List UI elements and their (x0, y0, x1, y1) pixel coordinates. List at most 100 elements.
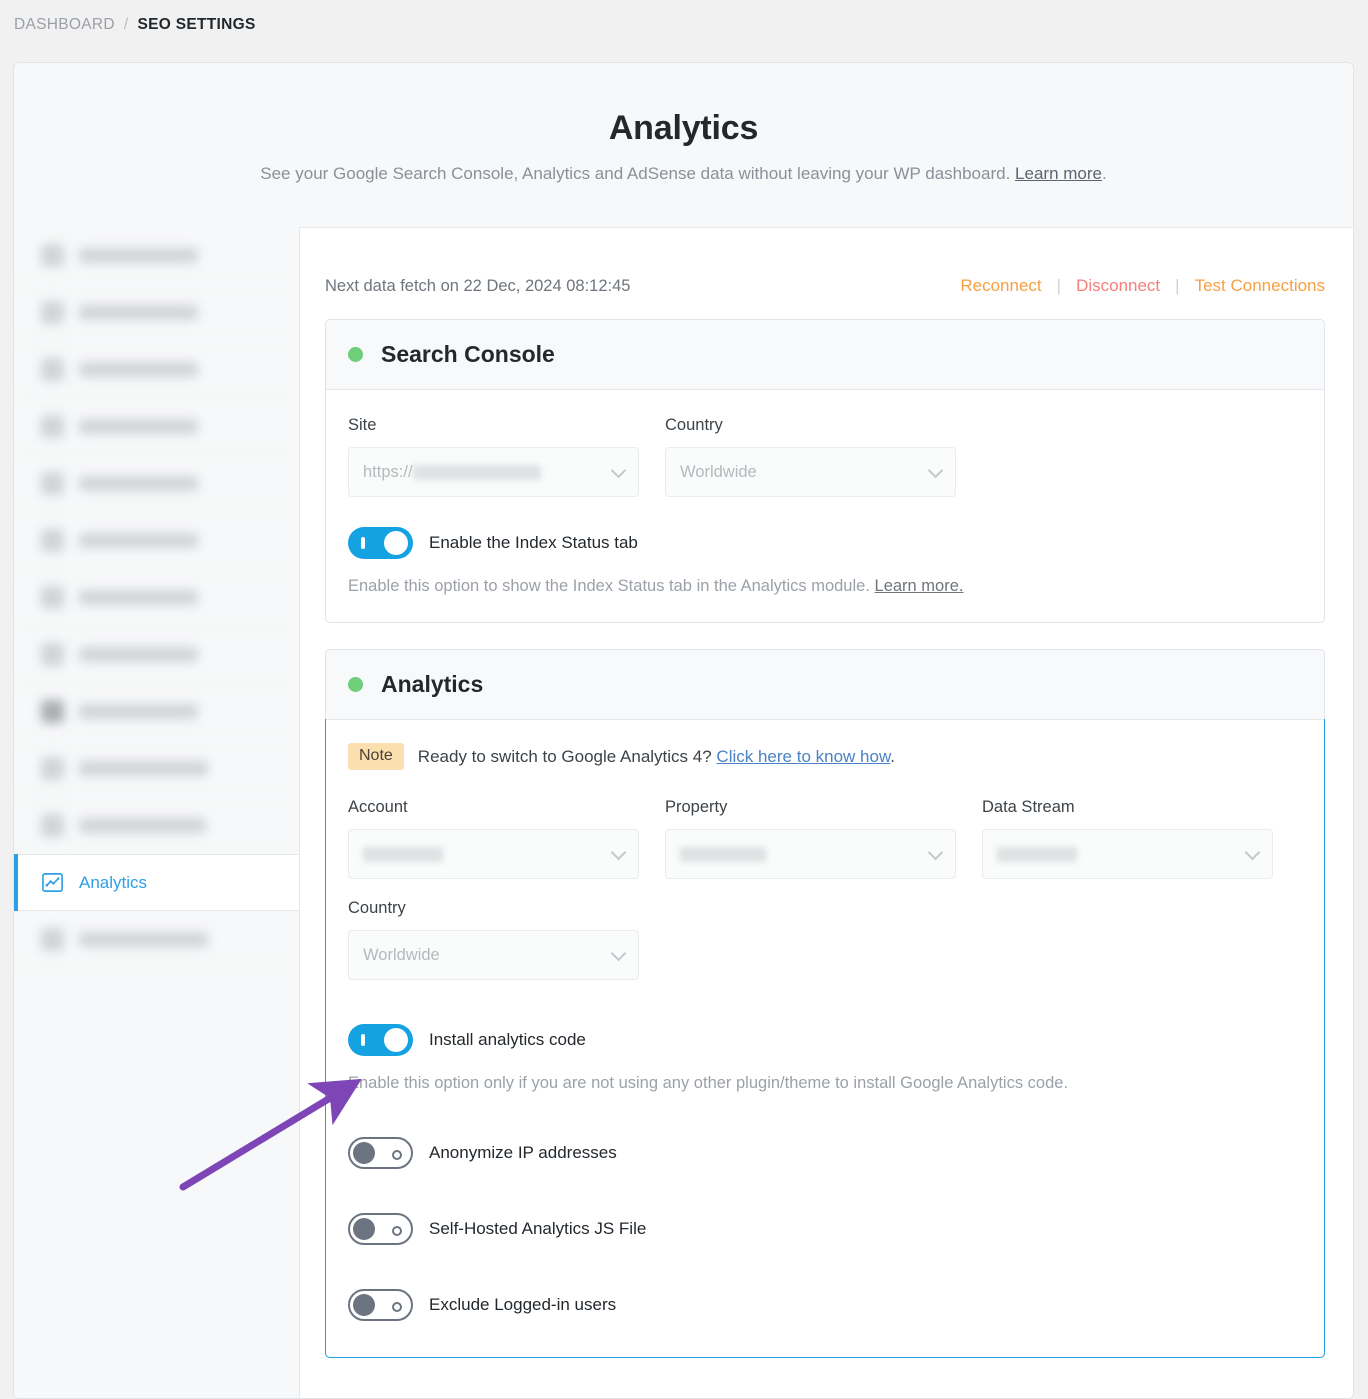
placeholder-icon (41, 414, 64, 438)
property-select[interactable] (665, 829, 956, 879)
analytics-country-label: Country (348, 899, 406, 917)
data-stream-field: Data Stream (982, 798, 1273, 879)
analytics-country-field: Country Worldwide (348, 899, 639, 980)
property-redacted-value (680, 846, 766, 862)
sidebar-item-4[interactable]: redacted-item-4 (14, 398, 299, 455)
sidebar-item-label: redacted-item-7 (79, 589, 199, 605)
note-badge: Note (348, 743, 404, 770)
sidebar-item-label: redacted-item-2 (79, 304, 199, 320)
page-title: Analytics (608, 109, 759, 147)
install-analytics-code-help: Enable this option only if you are not u… (348, 1074, 1069, 1092)
analytics-account-fields: Account Property Data Stream (348, 798, 1302, 879)
sc-country-field: Country Worldwide (665, 416, 956, 497)
index-status-toggle-row: Enable the Index Status tab (348, 527, 1302, 559)
placeholder-icon (41, 243, 64, 267)
property-field: Property (665, 798, 956, 879)
fetch-row: Next data fetch on 22 Dec, 2024 08:12:45… (325, 276, 1325, 296)
page-subtitle: See your Google Search Console, Analytic… (14, 148, 1353, 184)
breadcrumb-current: SEO SETTINGS (137, 16, 256, 33)
ga4-note-suffix: . (890, 746, 896, 766)
sidebar-item-label: redacted-item-3 (79, 361, 199, 377)
page-subtitle-text: See your Google Search Console, Analytic… (260, 164, 1011, 183)
sidebar-item-label: Analytics (79, 872, 148, 892)
index-status-learn-more-link[interactable]: Learn more. (875, 577, 964, 595)
search-console-title: Search Console (381, 341, 555, 367)
sidebar-item-10[interactable]: redacted-item-10 (14, 740, 299, 797)
reconnect-link[interactable]: Reconnect (960, 276, 1041, 296)
sidebar-item-label: redacted-item-9 (79, 703, 199, 719)
placeholder-icon (41, 300, 64, 324)
sidebar-item-2[interactable]: redacted-item-2 (14, 284, 299, 341)
settings-content: Next data fetch on 22 Dec, 2024 08:12:45… (300, 227, 1353, 1398)
sidebar: redacted-item-1 redacted-item-2 redacted… (14, 227, 300, 1398)
page-subtitle-suffix: . (1101, 164, 1107, 183)
install-analytics-code-toggle[interactable] (348, 1024, 413, 1056)
sidebar-item-label: redacted-item-1 (79, 247, 199, 263)
self-hosted-js-row: Self-Hosted Analytics JS File (348, 1213, 1302, 1245)
analytics-country-value: Worldwide (363, 945, 440, 964)
sidebar-item-8[interactable]: redacted-item-8 (14, 626, 299, 683)
chevron-down-icon (610, 462, 627, 479)
analytics-toggles: Install analytics code Enable this optio… (348, 1024, 1302, 1321)
self-hosted-js-toggle[interactable] (348, 1213, 413, 1245)
site-select[interactable]: https:// (348, 447, 639, 497)
test-connections-link[interactable]: Test Connections (1195, 276, 1325, 296)
analytics-highlighted-body: Note Ready to switch to Google Analytics… (325, 719, 1325, 1358)
ga4-note-copy: Ready to switch to Google Analytics 4? (417, 746, 712, 766)
next-data-fetch-text: Next data fetch on 22 Dec, 2024 08:12:45 (325, 277, 631, 295)
chart-icon (41, 871, 64, 894)
enable-index-status-toggle[interactable] (348, 527, 413, 559)
sidebar-item-analytics[interactable]: Analytics (14, 854, 299, 911)
analytics-title: Analytics (381, 671, 484, 697)
sidebar-item-13[interactable]: redacted-item-13 (14, 911, 299, 968)
sidebar-item-5[interactable]: redacted-item-5 (14, 455, 299, 512)
placeholder-icon (41, 813, 64, 837)
ga4-note-text: Ready to switch to Google Analytics 4? C… (418, 747, 895, 767)
placeholder-icon (41, 927, 64, 951)
learn-more-link[interactable]: Learn more (1015, 164, 1102, 183)
sidebar-item-3[interactable]: redacted-item-3 (14, 341, 299, 398)
site-value: https:// (363, 462, 413, 481)
search-console-fields: Site https:// Country Worldwide (348, 416, 1302, 497)
account-select[interactable] (348, 829, 639, 879)
chevron-down-icon (1244, 844, 1261, 861)
status-dot-icon (348, 677, 363, 692)
sidebar-item-6[interactable]: redacted-item-6 (14, 512, 299, 569)
exclude-logged-in-toggle[interactable] (348, 1289, 413, 1321)
analytics-country-select[interactable]: Worldwide (348, 930, 639, 980)
exclude-logged-in-label: Exclude Logged-in users (429, 1295, 617, 1314)
exclude-logged-in-row: Exclude Logged-in users (348, 1289, 1302, 1321)
sc-country-label: Country (665, 416, 723, 434)
site-field: Site https:// (348, 416, 639, 497)
sidebar-item-9[interactable]: redacted-item-9 (14, 683, 299, 740)
sidebar-item-1[interactable]: redacted-item-1 (14, 227, 299, 284)
self-hosted-js-label: Self-Hosted Analytics JS File (429, 1219, 647, 1238)
breadcrumb: DASHBOARD / SEO SETTINGS (14, 16, 256, 34)
status-dot-icon (348, 347, 363, 362)
chevron-down-icon (927, 844, 944, 861)
sc-country-select[interactable]: Worldwide (665, 447, 956, 497)
sidebar-item-7[interactable]: redacted-item-7 (14, 569, 299, 626)
connection-actions: Reconnect | Disconnect | Test Connection… (960, 276, 1325, 296)
sidebar-item-11[interactable]: redacted-item-11 (14, 797, 299, 854)
site-redacted-value (412, 464, 541, 480)
breadcrumb-root[interactable]: DASHBOARD (14, 16, 115, 34)
enable-index-status-label: Enable the Index Status tab (429, 533, 638, 552)
site-label: Site (348, 416, 377, 434)
data-stream-select[interactable] (982, 829, 1273, 879)
sidebar-item-label: redacted-item-11 (79, 817, 207, 833)
chevron-down-icon (610, 844, 627, 861)
chevron-down-icon (610, 945, 627, 962)
search-console-header: Search Console (326, 320, 1324, 390)
placeholder-icon (41, 528, 64, 552)
account-label: Account (348, 798, 408, 816)
ga4-howto-link[interactable]: Click here to know how (716, 747, 890, 766)
sidebar-item-label: redacted-item-4 (79, 418, 199, 434)
action-separator: | (1175, 276, 1180, 295)
anonymize-ip-toggle[interactable] (348, 1137, 413, 1169)
disconnect-link[interactable]: Disconnect (1076, 276, 1160, 296)
index-status-help-text: Enable this option to show the Index Sta… (348, 577, 1302, 596)
account-field: Account (348, 798, 639, 879)
placeholder-icon (41, 756, 64, 780)
property-label: Property (665, 798, 728, 816)
